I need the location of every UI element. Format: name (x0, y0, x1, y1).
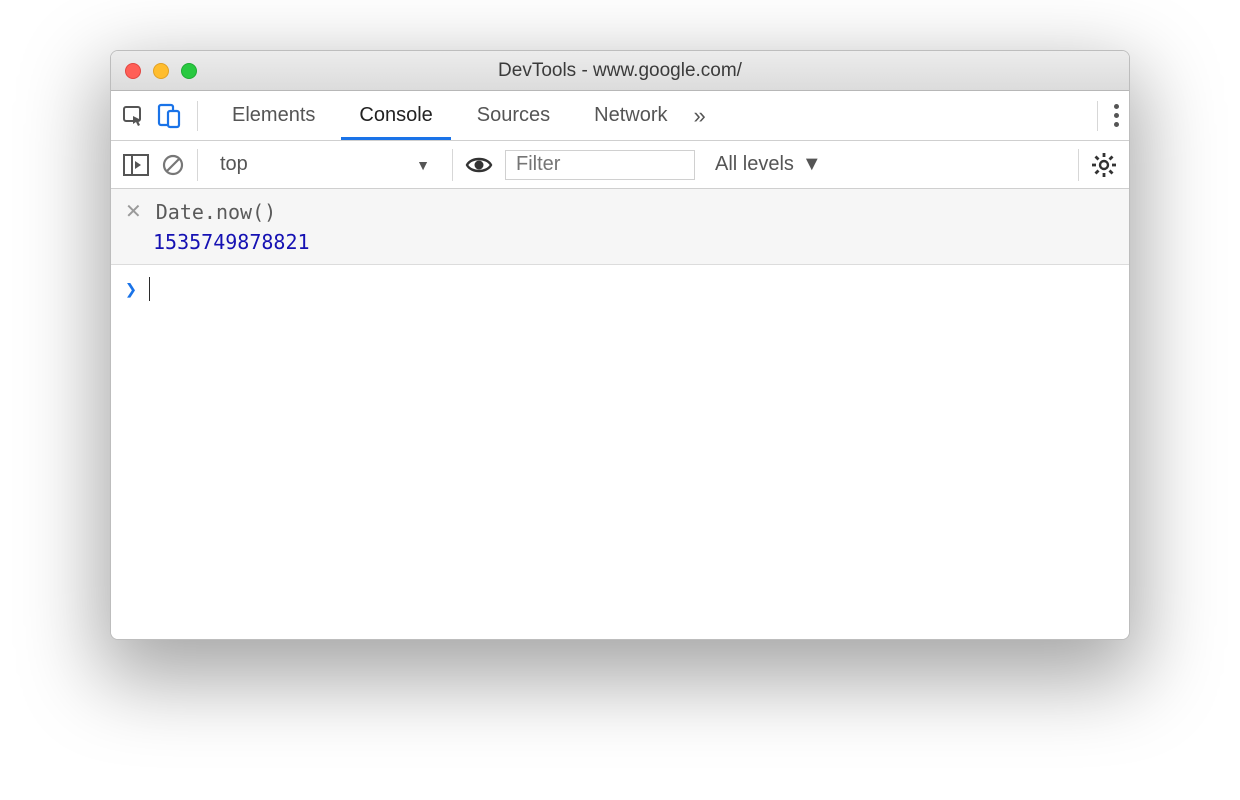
chevron-down-icon: ▼ (802, 153, 822, 176)
clear-console-icon[interactable] (161, 153, 185, 177)
console-area: ✕ Date.now() 1535749878821 ❯ (111, 189, 1129, 639)
window-titlebar: DevTools - www.google.com/ (111, 51, 1129, 91)
minimize-window-button[interactable] (153, 63, 169, 79)
live-expression-eye-icon[interactable] (465, 155, 493, 175)
menu-kebab-icon[interactable] (1114, 104, 1119, 127)
overflow-tabs-icon[interactable]: » (694, 103, 706, 129)
tab-label: Sources (477, 104, 550, 127)
console-toolbar: top ▼ All levels ▼ (111, 141, 1129, 189)
log-level-selector[interactable]: All levels ▼ (707, 153, 830, 176)
prompt-chevron-icon: ❯ (125, 277, 137, 301)
console-history-entry: ✕ Date.now() 1535749878821 (111, 189, 1129, 265)
filter-input[interactable] (505, 150, 695, 180)
divider (452, 149, 453, 181)
window-title: DevTools - www.google.com/ (111, 60, 1129, 82)
tab-console[interactable]: Console (341, 91, 450, 140)
toggle-sidebar-icon[interactable] (123, 154, 149, 176)
context-selector[interactable]: top ▼ (210, 153, 440, 176)
traffic-lights (125, 63, 197, 79)
device-toolbar-icon[interactable] (157, 103, 181, 129)
tab-sources[interactable]: Sources (459, 91, 568, 140)
delete-entry-icon[interactable]: ✕ (125, 199, 142, 224)
divider (197, 101, 198, 131)
console-result: 1535749878821 (153, 230, 1115, 254)
log-level-label: All levels (715, 153, 794, 176)
zoom-window-button[interactable] (181, 63, 197, 79)
tab-elements[interactable]: Elements (214, 91, 333, 140)
close-window-button[interactable] (125, 63, 141, 79)
console-expression: Date.now() (156, 200, 276, 224)
divider (1078, 149, 1079, 181)
text-cursor (149, 277, 150, 301)
context-label: top (220, 153, 248, 176)
divider (1097, 101, 1098, 131)
console-settings-gear-icon[interactable] (1091, 152, 1117, 178)
divider (197, 149, 198, 181)
tab-network[interactable]: Network (576, 91, 685, 140)
chevron-down-icon: ▼ (416, 157, 430, 173)
devtools-window: DevTools - www.google.com/ Elements Cons… (110, 50, 1130, 640)
tab-label: Elements (232, 104, 315, 127)
tab-label: Network (594, 104, 667, 127)
tab-label: Console (359, 104, 432, 127)
console-prompt[interactable]: ❯ (111, 265, 1129, 313)
panel-tabs: Elements Console Sources Network » (111, 91, 1129, 141)
inspect-element-icon[interactable] (121, 104, 145, 128)
